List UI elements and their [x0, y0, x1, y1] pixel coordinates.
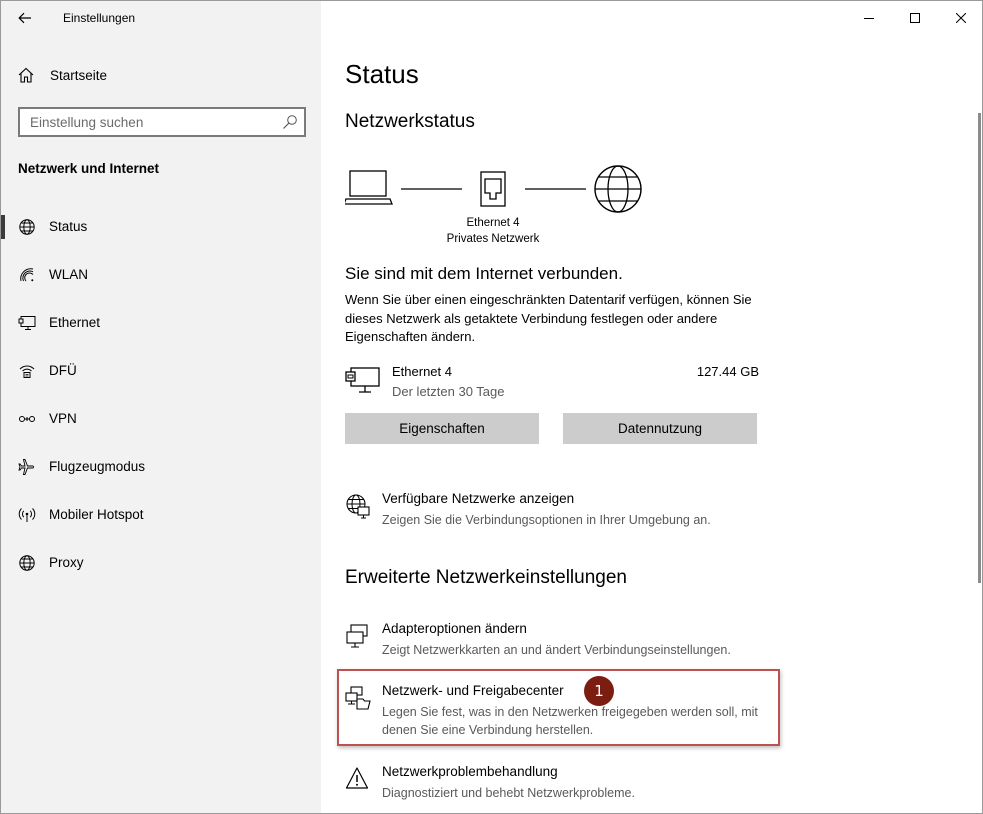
- ethernet-icon: [18, 316, 36, 330]
- advanced-settings-heading: Erweiterte Netzwerkeinstellungen: [345, 567, 627, 588]
- laptop-icon: [345, 170, 393, 205]
- annotation-badge: 1: [584, 676, 614, 706]
- vpn-icon: [19, 416, 35, 422]
- data-usage-button[interactable]: Datennutzung: [563, 413, 757, 444]
- network-status-heading: Netzwerkstatus: [345, 111, 475, 132]
- hotspot-icon: [18, 508, 36, 522]
- sidebar-item-label: Flugzeugmodus: [49, 459, 146, 474]
- sidebar-item-flugzeugmodus[interactable]: Flugzeugmodus: [1, 447, 321, 487]
- page-title: Status: [345, 59, 419, 89]
- network-type: Privates Netzwerk: [446, 233, 540, 245]
- ethernet-port-icon: [480, 171, 506, 207]
- connection-name: Ethernet 4: [392, 364, 452, 379]
- link-title: Netzwerkproblembehandlung: [382, 764, 558, 779]
- warning-icon: [345, 767, 369, 789]
- connection-period: Der letzten 30 Tage: [392, 384, 505, 399]
- sidebar-item-vpn[interactable]: VPN: [1, 399, 321, 439]
- search-box[interactable]: [18, 107, 306, 137]
- minimize-button[interactable]: [846, 1, 892, 35]
- title-bar: Einstellungen: [1, 1, 321, 35]
- settings-window: Einstellungen Startseite Netzwerk und In…: [0, 0, 983, 814]
- dialup-icon: [19, 365, 35, 378]
- sidebar-item-dfue[interactable]: DFÜ: [1, 351, 321, 391]
- globe-icon: [19, 555, 35, 571]
- home-label: Startseite: [50, 68, 108, 83]
- connection-row: Ethernet 4 Der letzten 30 Tage 127.44 GB: [345, 361, 759, 403]
- sidebar: Einstellungen Startseite Netzwerk und In…: [1, 1, 321, 813]
- caption-buttons: [846, 1, 982, 35]
- adapter-name: Ethernet 4: [466, 217, 520, 229]
- airplane-icon: [18, 459, 34, 475]
- adapter-options-link[interactable]: Adapteroptionen ändern Zeigt Netzwerkkar…: [345, 621, 785, 665]
- available-networks-link[interactable]: Verfügbare Netzwerke anzeigen Zeigen Sie…: [345, 491, 785, 535]
- data-usage-value: 127.44 GB: [696, 364, 759, 379]
- sidebar-item-proxy[interactable]: Proxy: [1, 543, 321, 583]
- network-globe-icon: [346, 494, 370, 519]
- connection-description: Wenn Sie über einen eingeschränkten Date…: [345, 292, 752, 344]
- link-subtitle: Zeigen Sie die Verbindungsoptionen in Ih…: [382, 513, 711, 527]
- sidebar-item-wlan[interactable]: WLAN: [1, 255, 321, 295]
- home-link[interactable]: Startseite: [1, 59, 321, 91]
- highlight-frame: [337, 669, 780, 746]
- sidebar-item-label: DFÜ: [49, 363, 77, 378]
- internet-globe-icon: [594, 165, 642, 213]
- close-button[interactable]: [938, 1, 982, 35]
- sidebar-item-label: Ethernet: [49, 315, 101, 330]
- link-title: Verfügbare Netzwerke anzeigen: [382, 491, 575, 506]
- scrollbar[interactable]: [978, 113, 981, 583]
- sidebar-item-mobiler-hotspot[interactable]: Mobiler Hotspot: [1, 495, 321, 535]
- back-arrow-icon: [18, 12, 31, 24]
- network-adapter-icon: [346, 624, 368, 648]
- troubleshooter-link[interactable]: Netzwerkproblembehandlung Diagnostiziert…: [345, 764, 785, 808]
- globe-icon: [19, 219, 35, 235]
- ethernet-computer-icon: [345, 367, 380, 393]
- search-icon[interactable]: [282, 114, 298, 130]
- connection-status: Sie sind mit dem Internet verbunden.: [345, 264, 623, 283]
- sidebar-item-label: Proxy: [49, 555, 84, 570]
- sidebar-item-status[interactable]: Status: [1, 207, 321, 247]
- link-title: Adapteroptionen ändern: [382, 621, 527, 636]
- maximize-icon: [910, 13, 920, 23]
- minimize-icon: [864, 18, 874, 19]
- properties-button[interactable]: Eigenschaften: [345, 413, 539, 444]
- link-subtitle: Zeigt Netzwerkkarten an und ändert Verbi…: [382, 643, 731, 657]
- sidebar-item-label: Mobiler Hotspot: [49, 507, 144, 522]
- home-icon: [18, 67, 34, 83]
- section-label: Netzwerk und Internet: [18, 161, 160, 176]
- sidebar-item-label: WLAN: [49, 267, 89, 282]
- back-button[interactable]: [11, 5, 39, 31]
- search-input[interactable]: [30, 113, 270, 131]
- sidebar-item-label: VPN: [49, 411, 77, 426]
- sidebar-item-label: Status: [49, 219, 88, 234]
- close-icon: [956, 13, 966, 23]
- maximize-button[interactable]: [892, 1, 938, 35]
- wifi-icon: [20, 268, 34, 282]
- adapter-caption: Ethernet 4 Privates Netzwerk: [421, 215, 565, 247]
- sidebar-item-ethernet[interactable]: Ethernet: [1, 303, 321, 343]
- link-subtitle: Diagnostiziert und behebt Netzwerkproble…: [382, 786, 635, 800]
- app-title: Einstellungen: [63, 11, 136, 25]
